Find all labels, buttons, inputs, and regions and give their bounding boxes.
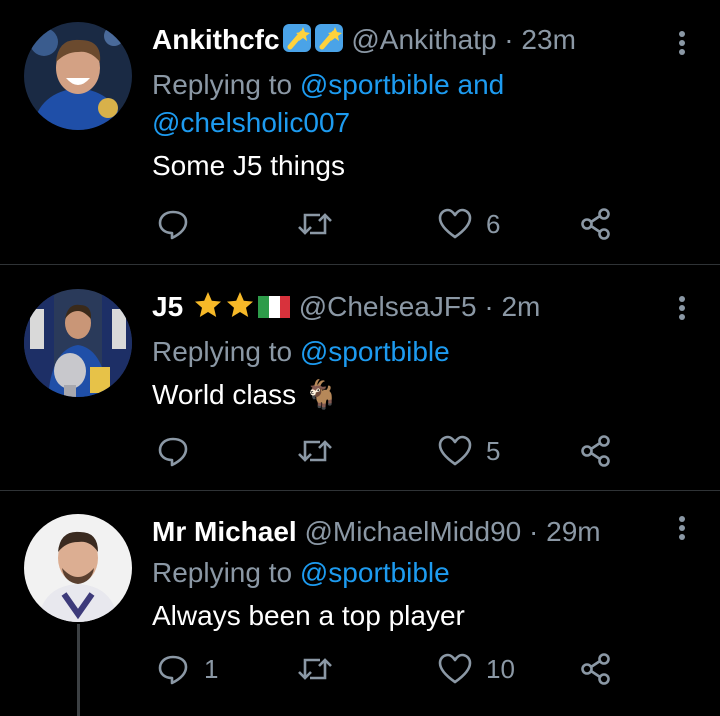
- replying-to: Replying to @sportbible: [152, 554, 650, 592]
- tweet-header: J5 @ChelseaJF5 · 2m: [152, 289, 650, 329]
- handle[interactable]: @Ankithatp: [351, 24, 496, 55]
- handle[interactable]: @ChelseaJF5: [299, 291, 477, 322]
- mention-link[interactable]: @sportbible: [300, 557, 450, 588]
- like-button[interactable]: 10: [438, 649, 515, 689]
- tweet-header: Ankithcfc @Ankithatp · 23m: [152, 22, 650, 62]
- timestamp[interactable]: 29m: [546, 516, 600, 547]
- display-name[interactable]: J5: [152, 291, 183, 322]
- retweet-icon: [296, 207, 334, 241]
- star-icon: [193, 290, 223, 329]
- retweet-button[interactable]: [296, 204, 348, 244]
- tweet[interactable]: Ankithcfc @Ankithatp · 23m Replying to @…: [0, 0, 720, 264]
- heart-icon: [438, 435, 472, 467]
- replying-to-label: Replying to: [152, 69, 300, 100]
- tweet-actions: 5: [152, 431, 622, 471]
- avatar[interactable]: [24, 289, 132, 397]
- more-options-icon[interactable]: [674, 28, 690, 58]
- retweet-icon: [296, 652, 334, 686]
- reply-icon: [156, 652, 190, 686]
- share-icon: [580, 207, 612, 241]
- tweet-actions: 6: [152, 204, 622, 244]
- reply-icon: [156, 434, 190, 468]
- replying-to: Replying to @sportbible: [152, 333, 650, 371]
- retweet-button[interactable]: [296, 431, 348, 471]
- replying-to-label: Replying to: [152, 557, 300, 588]
- tweet-text: Some J5 things: [152, 150, 345, 181]
- avatar[interactable]: [24, 22, 132, 130]
- share-button[interactable]: [580, 204, 612, 244]
- mention-link[interactable]: @sportbible: [300, 336, 450, 367]
- like-count: 6: [486, 208, 501, 239]
- share-icon: [580, 652, 612, 686]
- tweet-text: World class 🐐: [152, 379, 339, 410]
- italy-flag-icon: [257, 293, 291, 329]
- reply-count: 1: [204, 653, 219, 684]
- like-button[interactable]: 5: [438, 431, 500, 471]
- reply-button[interactable]: 1: [156, 649, 218, 689]
- share-button[interactable]: [580, 431, 612, 471]
- star-badge-icon: [314, 23, 344, 62]
- tweet-text: Always been a top player: [152, 600, 465, 631]
- mention-link[interactable]: @chelsholic007: [152, 107, 350, 138]
- tweet-header: Mr Michael @MichaelMidd90 · 29m: [152, 514, 650, 550]
- handle[interactable]: @MichaelMidd90: [304, 516, 521, 547]
- timestamp[interactable]: 2m: [501, 291, 540, 322]
- separator: ·: [476, 291, 502, 322]
- replying-to: Replying to @sportbible and @chelsholic0…: [152, 66, 650, 142]
- replying-to-label: Replying to: [152, 336, 300, 367]
- more-options-icon[interactable]: [674, 293, 690, 323]
- heart-icon: [438, 208, 472, 240]
- thread-line: [77, 624, 80, 716]
- avatar[interactable]: [24, 514, 132, 622]
- reply-button[interactable]: [156, 204, 204, 244]
- retweet-icon: [296, 434, 334, 468]
- more-options-icon[interactable]: [674, 513, 690, 543]
- star-badge-icon: [282, 23, 312, 62]
- display-name[interactable]: Ankithcfc: [152, 24, 280, 55]
- share-icon: [580, 434, 612, 468]
- tweet[interactable]: J5 @ChelseaJF5 · 2m Replying to @sportbi…: [0, 265, 720, 490]
- like-button[interactable]: 6: [438, 204, 500, 244]
- timestamp[interactable]: 23m: [521, 24, 575, 55]
- separator: ·: [496, 24, 522, 55]
- tweet[interactable]: Mr Michael @MichaelMidd90 · 29m Replying…: [0, 491, 720, 716]
- retweet-button[interactable]: [296, 649, 348, 689]
- like-count: 10: [486, 653, 515, 684]
- reply-icon: [156, 207, 190, 241]
- star-icon: [225, 290, 255, 329]
- display-name[interactable]: Mr Michael: [152, 516, 297, 547]
- and-text: and: [449, 69, 505, 100]
- tweet-actions: 1 10: [152, 649, 622, 689]
- reply-button[interactable]: [156, 431, 204, 471]
- heart-icon: [438, 653, 472, 685]
- share-button[interactable]: [580, 649, 612, 689]
- separator: ·: [521, 516, 547, 547]
- mention-link[interactable]: @sportbible: [300, 69, 450, 100]
- like-count: 5: [486, 435, 501, 466]
